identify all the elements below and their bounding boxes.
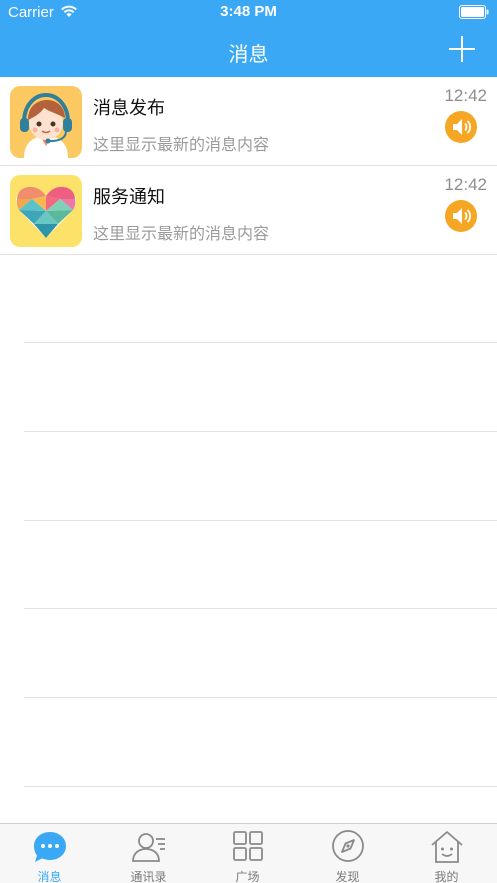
compass-icon: [332, 830, 364, 862]
chat-bubble-icon: [34, 832, 66, 862]
message-row-service[interactable]: 服务通知 这里显示最新的消息内容 12:42: [0, 166, 497, 255]
status-time: 3:48 PM: [220, 3, 277, 20]
tab-label: 发现: [335, 870, 360, 883]
house-icon: [431, 831, 463, 863]
tab-square[interactable]: 广场: [198, 824, 297, 883]
grid-icon: [233, 831, 263, 861]
speaker-icon: [445, 200, 477, 232]
tab-label: 通讯录: [130, 870, 167, 883]
tab-mine[interactable]: 我的: [397, 824, 496, 883]
message-list: 消息发布 这里显示最新的消息内容 12:42 服务通知 这里显示最新的消息内容 …: [0, 77, 497, 255]
contacts-icon: [132, 833, 165, 862]
empty-row-divider: [24, 697, 497, 698]
empty-row-divider: [24, 431, 497, 432]
heart-avatar: [10, 175, 82, 247]
tab-contacts[interactable]: 通讯录: [99, 824, 198, 883]
message-preview: 这里显示最新的消息内容: [93, 135, 270, 154]
page-title: 消息: [228, 42, 269, 66]
message-row-publish[interactable]: 消息发布 这里显示最新的消息内容 12:42: [0, 77, 497, 166]
message-time: 12:42: [444, 175, 487, 194]
add-button[interactable]: [449, 36, 475, 62]
tab-label: 我的: [434, 870, 459, 883]
empty-row-divider: [24, 342, 497, 343]
empty-row-divider: [24, 608, 497, 609]
tab-bar: 消息 通讯录 广场 发现 我的: [0, 823, 497, 883]
tab-discover[interactable]: 发现: [298, 824, 397, 883]
header: Carrier 3:48 PM 消息: [0, 0, 497, 77]
empty-row-divider: [24, 786, 497, 787]
status-bar: Carrier 3:48 PM: [0, 0, 497, 26]
tab-label: 消息: [37, 870, 62, 883]
message-title: 消息发布: [93, 98, 165, 119]
empty-row-divider: [24, 520, 497, 521]
customer-service-avatar: [10, 86, 82, 158]
message-preview: 这里显示最新的消息内容: [93, 224, 270, 243]
message-time: 12:42: [444, 86, 487, 105]
tab-label: 广场: [235, 870, 260, 883]
message-title: 服务通知: [93, 187, 165, 208]
tab-messages[interactable]: 消息: [0, 824, 99, 883]
battery-icon: [459, 5, 489, 19]
speaker-icon: [445, 111, 477, 143]
